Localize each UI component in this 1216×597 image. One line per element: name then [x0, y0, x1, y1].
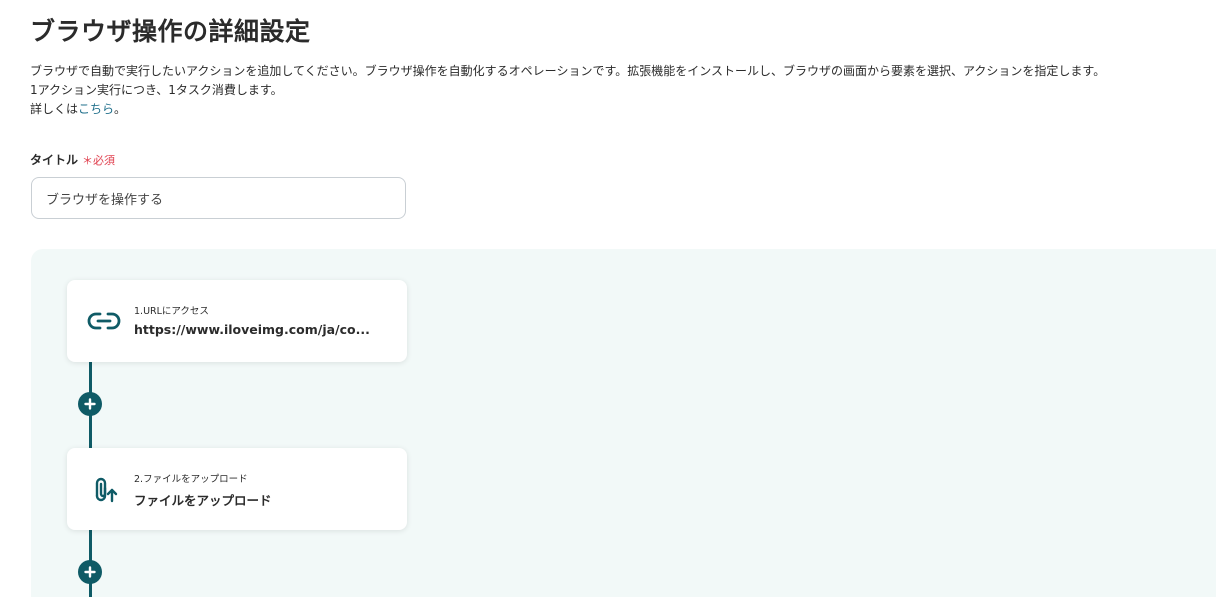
step-value: https://www.iloveimg.com/ja/co...: [134, 322, 370, 337]
plus-icon: [84, 566, 96, 578]
description-line-1: ブラウザで自動で実行したいアクションを追加してください。ブラウザ操作を自動化する…: [30, 64, 1106, 78]
plus-icon: [84, 398, 96, 410]
flow-step-card[interactable]: 2.ファイルをアップロード ファイルをアップロード: [67, 448, 407, 530]
step-value: ファイルをアップロード: [134, 493, 272, 508]
description-prefix: 詳しくは: [30, 102, 79, 116]
title-label-text: タイトル: [30, 153, 79, 167]
add-step-button[interactable]: [78, 560, 102, 584]
description-line-3: 詳しくはこちら。: [30, 100, 1105, 119]
title-field-label: タイトル ＊必須: [30, 151, 115, 168]
flow-step-card[interactable]: 1.URLにアクセス https://www.iloveimg.com/ja/c…: [67, 280, 407, 362]
browser-operation-settings-page: ブラウザ操作の詳細設定 ブラウザで自動で実行したいアクションを追加してください。…: [0, 0, 1216, 597]
link-icon: [87, 304, 121, 338]
description: ブラウザで自動で実行したいアクションを追加してください。ブラウザ操作を自動化する…: [30, 62, 1105, 119]
details-link[interactable]: こちら: [78, 102, 114, 116]
description-line-2: 1アクション実行につき、1タスク消費します。: [30, 83, 283, 97]
title-input[interactable]: [31, 177, 406, 219]
page-title: ブラウザ操作の詳細設定: [30, 17, 311, 46]
required-badge: ＊必須: [82, 154, 116, 167]
add-step-button[interactable]: [78, 392, 102, 416]
description-suffix: 。: [114, 102, 127, 116]
paperclip-upload-icon: [87, 472, 121, 506]
step-label: 1.URLにアクセス: [134, 306, 209, 317]
step-label: 2.ファイルをアップロード: [134, 474, 248, 485]
